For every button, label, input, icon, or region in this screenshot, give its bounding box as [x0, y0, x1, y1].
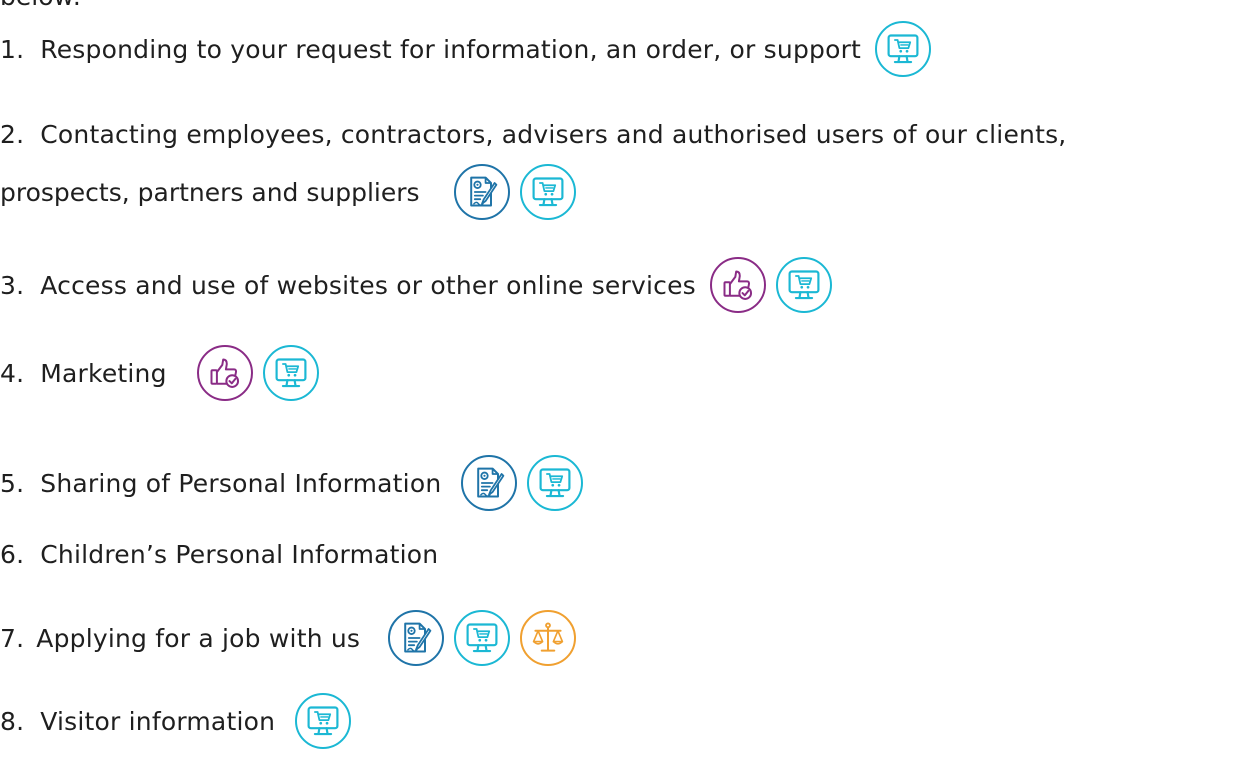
shopping-cart-monitor-icon — [527, 455, 584, 511]
item-icons — [709, 257, 832, 313]
item-number: 5. — [0, 468, 25, 498]
item-text: Access and use of websites or other onli… — [40, 270, 696, 300]
list-item-2: 2. Contacting employees, contractors, ad… — [0, 106, 1066, 162]
item-text: Sharing of Personal Information — [40, 468, 442, 498]
list-item-2-continued: prospects, partners and suppliers — [0, 164, 576, 220]
shopping-cart-monitor-icon — [262, 345, 319, 401]
shopping-cart-monitor-icon — [295, 693, 352, 749]
shopping-cart-monitor-icon — [454, 610, 511, 666]
item-text: Applying for a job with us — [36, 623, 361, 653]
item-text: Contacting employees, contractors, advis… — [40, 119, 1067, 149]
intro-fragment: below: — [0, 0, 81, 12]
item-icons — [875, 21, 932, 77]
thumbs-up-consent-icon — [196, 345, 253, 401]
list-item-3: 3. Access and use of websites or other o… — [0, 257, 832, 313]
contract-document-icon — [461, 455, 518, 511]
item-number: 3. — [0, 270, 25, 300]
item-icons — [388, 610, 577, 666]
item-icons — [196, 345, 319, 401]
item-text: Responding to your request for informati… — [40, 34, 862, 64]
thumbs-up-consent-icon — [709, 257, 766, 313]
item-icons — [453, 164, 576, 220]
item-text: Children’s Personal Information — [40, 540, 439, 569]
list-item-7: 7. Applying for a job with us — [0, 610, 577, 666]
contract-document-icon — [453, 164, 510, 220]
item-icons — [295, 693, 352, 749]
shopping-cart-monitor-icon — [775, 257, 832, 313]
item-number: 8. — [0, 706, 25, 736]
list-item-5: 5. Sharing of Personal Information — [0, 455, 584, 511]
shopping-cart-monitor-icon — [875, 21, 932, 77]
contract-document-icon — [388, 610, 445, 666]
legal-scales-icon — [520, 610, 577, 666]
item-number: 7. — [0, 623, 25, 653]
list-item-4: 4. Marketing — [0, 345, 319, 401]
item-number: 1. — [0, 34, 25, 64]
item-text: Visitor information — [40, 706, 276, 736]
item-number: 6. — [0, 540, 25, 569]
shopping-cart-monitor-icon — [519, 164, 576, 220]
list-item-8: 8. Visitor information — [0, 693, 352, 749]
list-item-6: 6. Children’s Personal Information — [0, 540, 438, 569]
item-icons — [461, 455, 584, 511]
item-number: 4. — [0, 358, 25, 388]
item-number: 2. — [0, 119, 25, 149]
list-item-1: 1. Responding to your request for inform… — [0, 21, 932, 77]
item-text-continued: prospects, partners and suppliers — [0, 177, 420, 207]
item-text: Marketing — [40, 358, 167, 388]
